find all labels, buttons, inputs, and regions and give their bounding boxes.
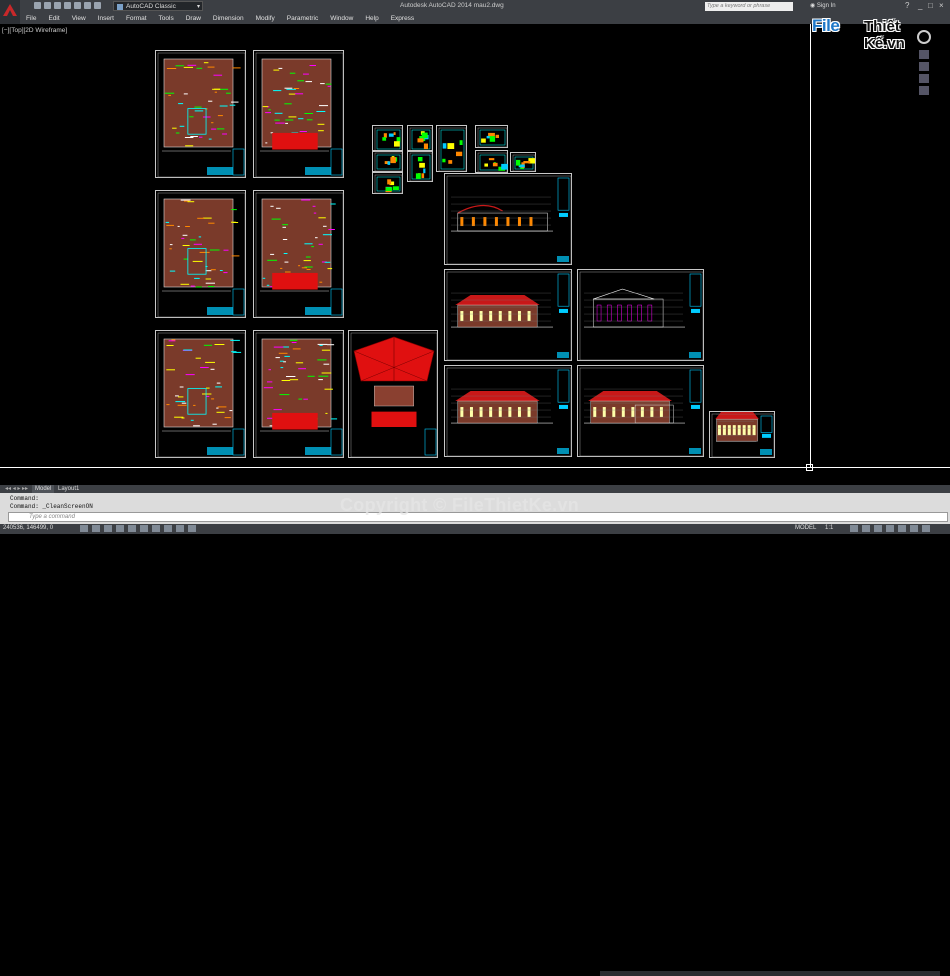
menu-modify[interactable]: Modify bbox=[250, 13, 281, 24]
autocad-logo-icon bbox=[3, 4, 17, 16]
workspace-dropdown[interactable]: AutoCAD Classic ▾ bbox=[113, 1, 203, 11]
menu-file[interactable]: File bbox=[20, 13, 42, 24]
polar-icon[interactable] bbox=[128, 525, 136, 532]
lock-icon[interactable] bbox=[886, 525, 894, 532]
drawing-sheet[interactable] bbox=[475, 150, 508, 173]
viewport-border-vertical bbox=[810, 24, 811, 468]
auto-scale-icon[interactable] bbox=[862, 525, 870, 532]
drawing-sheet[interactable] bbox=[372, 125, 403, 152]
drawing-sheet[interactable] bbox=[407, 125, 433, 152]
otrack-icon[interactable] bbox=[152, 525, 160, 532]
annotation-scale[interactable]: 1:1 bbox=[825, 525, 833, 531]
viewport-controls[interactable]: [−][Top][2D Wireframe] bbox=[2, 27, 67, 34]
command-history-line: Command: bbox=[10, 495, 39, 502]
model-space-toggle[interactable]: MODEL bbox=[795, 525, 816, 531]
tab-model[interactable]: Model bbox=[32, 485, 55, 493]
grid-icon[interactable] bbox=[104, 525, 112, 532]
menu-bar: File Edit View Insert Format Tools Draw … bbox=[20, 13, 950, 24]
orbit-icon[interactable] bbox=[919, 74, 929, 83]
save-icon[interactable] bbox=[54, 2, 61, 9]
menu-insert[interactable]: Insert bbox=[92, 13, 120, 24]
drawing-sheet[interactable] bbox=[253, 190, 344, 318]
undo-icon[interactable] bbox=[84, 2, 91, 9]
infer-constraints-icon[interactable] bbox=[80, 525, 88, 532]
snap-icon[interactable] bbox=[92, 525, 100, 532]
sign-in-label: Sign In bbox=[816, 3, 836, 9]
drawing-sheet[interactable] bbox=[577, 365, 704, 457]
lineweight-icon[interactable] bbox=[188, 525, 196, 532]
command-history-line: Command: _CleanScreenON bbox=[10, 503, 93, 510]
open-icon[interactable] bbox=[44, 2, 51, 9]
application-menu-button[interactable] bbox=[0, 0, 20, 24]
drawing-sheet[interactable] bbox=[253, 50, 344, 178]
hardware-acceleration-icon[interactable] bbox=[898, 525, 906, 532]
horizontal-scrollbar[interactable] bbox=[600, 971, 940, 976]
coordinates-readout: 240536, 146499, 0 bbox=[3, 525, 54, 531]
maximize-button[interactable]: □ bbox=[928, 1, 933, 10]
close-button[interactable]: × bbox=[939, 1, 944, 10]
drawing-sheet[interactable] bbox=[155, 330, 246, 458]
drawing-sheet[interactable] bbox=[372, 172, 403, 194]
sign-in-button[interactable]: ◉ Sign In bbox=[810, 2, 836, 9]
showmotion-icon[interactable] bbox=[919, 86, 929, 95]
menu-help[interactable]: Help bbox=[359, 13, 384, 24]
help-icon[interactable]: ? bbox=[905, 1, 909, 10]
drawing-sheet[interactable] bbox=[510, 152, 536, 172]
menu-view[interactable]: View bbox=[66, 13, 92, 24]
menu-tools[interactable]: Tools bbox=[153, 13, 180, 24]
menu-format[interactable]: Format bbox=[120, 13, 153, 24]
menu-window[interactable]: Window bbox=[324, 13, 359, 24]
zoom-icon[interactable] bbox=[919, 62, 929, 71]
dyn-icon[interactable] bbox=[176, 525, 184, 532]
window-title: Autodesk AutoCAD 2014 mau2.dwg bbox=[400, 2, 504, 9]
layout-tabs-bar: ◂◂ ◂ ▸ ▸▸ Model Layout1 bbox=[0, 485, 950, 976]
title-bar: AutoCAD Classic ▾ Autodesk AutoCAD 2014 m… bbox=[0, 0, 950, 14]
drawing-sheet[interactable] bbox=[407, 150, 433, 182]
drawing-sheet[interactable] bbox=[444, 269, 572, 361]
tab-nav-arrows-icon[interactable]: ◂◂ ◂ ▸ ▸▸ bbox=[2, 485, 31, 493]
menu-parametric[interactable]: Parametric bbox=[281, 13, 324, 24]
drawing-sheet[interactable] bbox=[444, 365, 572, 457]
drawing-sheet[interactable] bbox=[444, 173, 572, 265]
chevron-down-icon: ▾ bbox=[196, 4, 200, 10]
pan-icon[interactable] bbox=[919, 50, 929, 59]
brand-part-file: File bbox=[812, 16, 840, 35]
annotation-visibility-icon[interactable] bbox=[850, 525, 858, 532]
menu-draw[interactable]: Draw bbox=[180, 13, 207, 24]
menu-dimension[interactable]: Dimension bbox=[207, 13, 250, 24]
drawing-sheet[interactable] bbox=[709, 411, 775, 458]
drawing-sheet[interactable] bbox=[155, 190, 246, 318]
drawing-sheet[interactable] bbox=[372, 150, 403, 172]
menu-express[interactable]: Express bbox=[385, 13, 420, 24]
menu-edit[interactable]: Edit bbox=[42, 13, 65, 24]
user-icon: ◉ bbox=[810, 3, 817, 9]
ortho-icon[interactable] bbox=[116, 525, 124, 532]
watermark: Copyright © FileThietKe.vn bbox=[340, 495, 580, 515]
drawing-sheet[interactable] bbox=[475, 125, 508, 148]
search-input[interactable]: Type a keyword or phrase bbox=[705, 2, 793, 11]
viewcube-icon[interactable] bbox=[917, 30, 931, 44]
osnap-icon[interactable] bbox=[140, 525, 148, 532]
workspace-label: AutoCAD Classic bbox=[126, 3, 176, 10]
ducs-icon[interactable] bbox=[164, 525, 172, 532]
save-as-icon[interactable] bbox=[64, 2, 71, 9]
drawing-sheet[interactable] bbox=[253, 330, 344, 458]
plot-icon[interactable] bbox=[74, 2, 81, 9]
navigation-bar bbox=[919, 50, 929, 98]
crosshair-cursor bbox=[806, 464, 813, 471]
quick-access-toolbar bbox=[34, 2, 101, 9]
brand-logo: File Thiết Kế.vn bbox=[812, 14, 917, 52]
drawing-sheet[interactable] bbox=[348, 330, 438, 458]
redo-icon[interactable] bbox=[94, 2, 101, 9]
drawing-sheet[interactable] bbox=[577, 269, 704, 361]
drawing-sheet[interactable] bbox=[155, 50, 246, 178]
isolate-objects-icon[interactable] bbox=[910, 525, 918, 532]
brand-part-thietke: Thiết Kế.vn bbox=[864, 18, 905, 52]
minimize-button[interactable]: _ bbox=[918, 1, 922, 10]
clean-screen-icon[interactable] bbox=[922, 525, 930, 532]
workspace-switch-icon[interactable] bbox=[874, 525, 882, 532]
new-icon[interactable] bbox=[34, 2, 41, 9]
drawing-sheet[interactable] bbox=[436, 125, 467, 172]
tab-layout1[interactable]: Layout1 bbox=[55, 485, 82, 493]
